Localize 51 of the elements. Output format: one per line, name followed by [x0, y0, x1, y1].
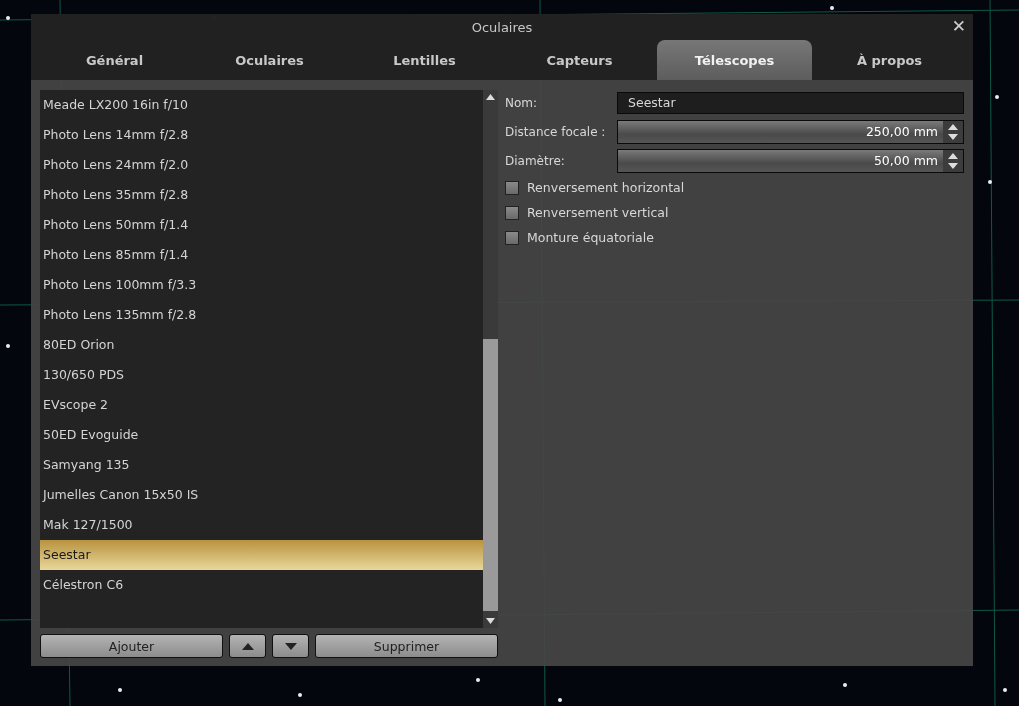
checkbox-label: Renversement vertical — [527, 205, 669, 220]
checkbox[interactable] — [505, 180, 519, 195]
list-item[interactable]: 80ED Orion — [40, 330, 483, 360]
scrollbar-thumb[interactable] — [483, 339, 498, 611]
list-item[interactable]: Samyang 135 — [40, 450, 483, 480]
field-label: Diamètre: — [505, 153, 566, 168]
name-field[interactable]: Seestar — [617, 91, 964, 114]
decrement-icon[interactable] — [948, 162, 958, 169]
tab[interactable]: Capteurs — [502, 40, 657, 80]
list-item[interactable]: Photo Lens 100mm f/3.3 — [40, 270, 483, 300]
list-item[interactable]: Mak 127/1500 — [40, 510, 483, 540]
tab[interactable]: Général — [37, 40, 192, 80]
tab[interactable]: Oculaires — [192, 40, 347, 80]
checkbox-label: Monture équatoriale — [527, 230, 654, 245]
list-item[interactable]: Seestar — [40, 540, 483, 570]
close-button[interactable]: ✕ — [948, 16, 969, 36]
triangle-down-icon — [284, 642, 297, 650]
list-item[interactable]: EVscope 2 — [40, 390, 483, 420]
list-button[interactable]: Supprimer — [315, 634, 498, 658]
list-item[interactable]: Jumelles Canon 15x50 IS — [40, 480, 483, 510]
field-label: Distance focale : — [505, 124, 607, 139]
list-item[interactable]: Photo Lens 50mm f/1.4 — [40, 210, 483, 240]
list-item[interactable]: Célestron C6 — [40, 570, 483, 600]
decrement-icon[interactable] — [948, 133, 958, 140]
increment-icon[interactable] — [948, 123, 958, 130]
scroll-down-icon[interactable] — [486, 618, 495, 624]
list-button[interactable]: Ajouter — [40, 634, 223, 658]
list-item[interactable]: Photo Lens 24mm f/2.0 — [40, 150, 483, 180]
list-item[interactable]: Photo Lens 85mm f/1.4 — [40, 240, 483, 270]
scroll-up-icon[interactable] — [486, 94, 495, 100]
window-title: Oculaires — [471, 19, 533, 35]
list-item[interactable]: 50ED Evoguide — [40, 420, 483, 450]
field-label: Nom: — [505, 95, 539, 110]
list-item[interactable]: 130/650 PDS — [40, 360, 483, 390]
tab[interactable]: Lentilles — [347, 40, 502, 80]
checkbox[interactable] — [505, 205, 519, 220]
list-item[interactable]: Photo Lens 135mm f/2.8 — [40, 300, 483, 330]
scrollbar[interactable] — [483, 90, 498, 628]
spin-field[interactable]: 50,00 mm — [617, 148, 964, 173]
move-down-button[interactable] — [272, 634, 309, 658]
list-item[interactable]: Photo Lens 35mm f/2.8 — [40, 180, 483, 210]
tab[interactable]: À propos — [812, 40, 967, 80]
spin-field[interactable]: 250,00 mm — [617, 119, 964, 144]
list-item[interactable]: Photo Lens 14mm f/2.8 — [40, 120, 483, 150]
move-up-button[interactable] — [229, 634, 266, 658]
tab[interactable]: Télescopes — [657, 40, 812, 80]
checkbox-label: Renversement horizontal — [527, 180, 685, 195]
increment-icon[interactable] — [948, 152, 958, 159]
list-item[interactable]: Meade LX200 16in f/10 — [40, 90, 483, 120]
checkbox[interactable] — [505, 230, 519, 245]
triangle-up-icon — [241, 642, 254, 650]
